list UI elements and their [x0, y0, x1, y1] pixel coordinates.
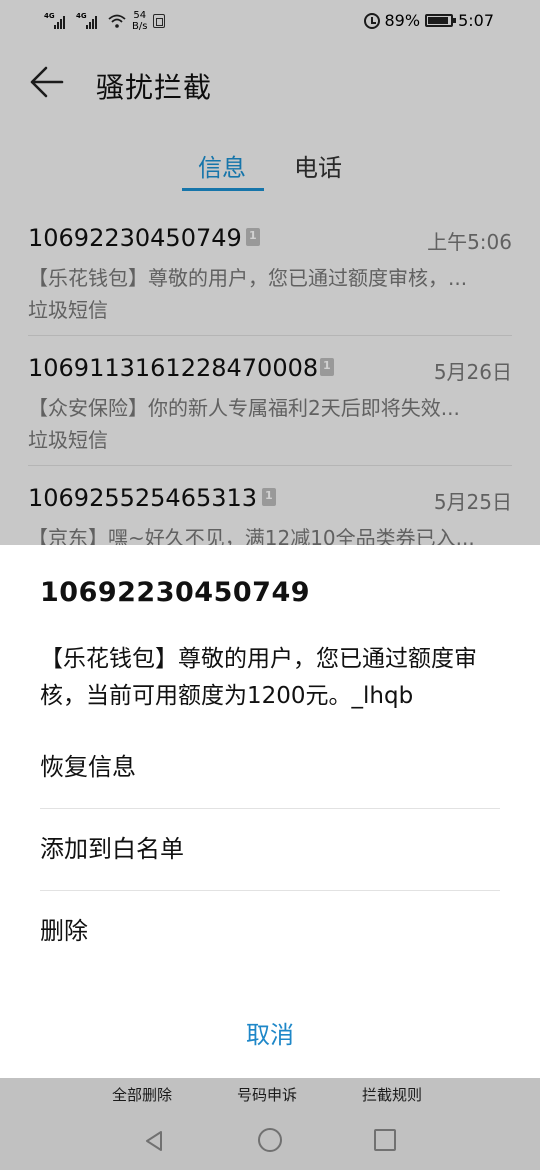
action-sheet: 10692230450749 【乐花钱包】尊敬的用户，您已通过额度审核，当前可用… — [0, 545, 540, 1078]
restore-message-option[interactable]: 恢复信息 — [40, 727, 500, 809]
delete-option[interactable]: 删除 — [40, 891, 500, 973]
option-label: 删除 — [40, 917, 88, 945]
sheet-sender-number: 10692230450749 — [40, 577, 311, 608]
cancel-button[interactable]: 取消 — [0, 1015, 540, 1050]
option-label: 添加到白名单 — [40, 835, 184, 863]
option-label: 恢复信息 — [40, 753, 136, 781]
sheet-message-body: 【乐花钱包】尊敬的用户，您已通过额度审核，当前可用额度为1200元。_lhqb — [40, 646, 477, 709]
add-to-whitelist-option[interactable]: 添加到白名单 — [40, 809, 500, 891]
screen: 4G 4G 54 B/s 89% 5:07 骚扰拦截 信息 电话 1069223… — [0, 0, 540, 1170]
